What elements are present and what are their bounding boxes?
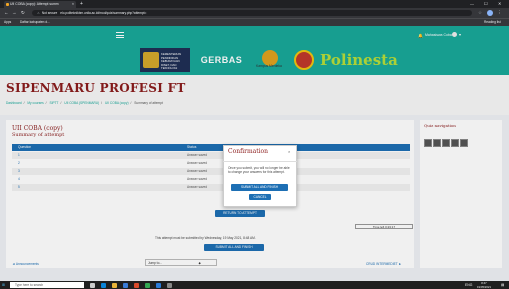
warning-icon: ⚠ xyxy=(37,11,40,15)
dialog-message: Once you submit, you will no longer be a… xyxy=(228,166,290,175)
clock[interactable]: 8:47 19/05/2021 xyxy=(477,281,491,289)
back-icon[interactable]: ← xyxy=(4,8,9,18)
maximize-icon[interactable]: ☐ xyxy=(484,0,488,8)
store-icon[interactable] xyxy=(123,283,128,288)
dialog-cancel-button[interactable]: CANCEL xyxy=(249,194,271,200)
app-icon[interactable] xyxy=(134,283,139,288)
task-view-icon[interactable] xyxy=(90,283,95,288)
reload-icon[interactable]: ↻ xyxy=(21,8,25,18)
chrome-icon[interactable] xyxy=(145,283,150,288)
dialog-divider xyxy=(223,161,297,162)
bookmarks-bar xyxy=(0,18,509,26)
profile-avatar[interactable] xyxy=(487,10,493,16)
tab-close-icon[interactable]: × xyxy=(72,1,74,8)
reading-list[interactable]: Reading list xyxy=(484,18,501,26)
edge-icon[interactable] xyxy=(101,283,106,288)
apps-bookmark[interactable]: Apps xyxy=(4,18,11,26)
notification-icon[interactable]: ▤ xyxy=(501,281,504,289)
dialog-close-icon[interactable]: × xyxy=(288,149,290,154)
close-window-icon[interactable]: ✕ xyxy=(498,0,501,8)
tab-title: UII COBA (copy): Attempt summ xyxy=(10,2,59,6)
star-icon[interactable]: ☆ xyxy=(478,8,482,18)
file-explorer-icon[interactable] xyxy=(112,283,117,288)
clock-date: 19/05/2021 xyxy=(477,285,491,289)
menu-icon[interactable]: ⋮ xyxy=(497,8,502,18)
bookmark-daftar[interactable]: Daftar kabupaten d... xyxy=(20,18,50,26)
language-indicator[interactable]: ENG xyxy=(465,281,472,289)
dialog-submit-button[interactable]: SUBMIT ALL AND FINISH xyxy=(231,184,288,191)
favicon-icon xyxy=(5,3,9,6)
minimize-icon[interactable]: — xyxy=(470,0,474,8)
browser-tab[interactable]: UII COBA (copy): Attempt summ × xyxy=(4,1,76,8)
new-tab-button[interactable]: + xyxy=(80,0,83,8)
browser-tab-bar xyxy=(0,0,509,8)
windows-start-icon[interactable]: ⊞ xyxy=(2,281,5,289)
dialog-title: Confirmation xyxy=(228,148,269,155)
forward-icon[interactable]: → xyxy=(12,8,17,18)
word-icon[interactable] xyxy=(156,283,161,288)
url-input[interactable]: ⚠ Not secure elo.politeknikbm.unila.ac.id/… xyxy=(32,10,472,16)
security-label: Not secure xyxy=(41,11,58,15)
taskbar-search-input[interactable]: Type here to search xyxy=(10,282,84,288)
url-text: elo.politeknikbm.unila.ac.id/mod/quiz/su… xyxy=(60,11,147,15)
app2-icon[interactable] xyxy=(167,283,172,288)
